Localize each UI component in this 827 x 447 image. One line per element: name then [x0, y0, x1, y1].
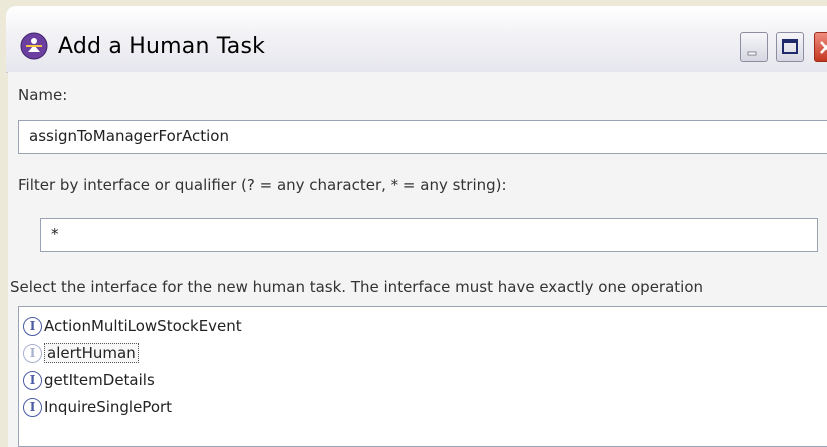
minimize-icon [747, 51, 757, 56]
maximize-icon [782, 39, 798, 54]
list-item-selected[interactable]: I alertHuman [23, 340, 139, 366]
interface-icon: I [23, 397, 42, 417]
maximize-button[interactable] [776, 32, 804, 62]
select-interface-label: Select the interface for the new human t… [10, 278, 704, 296]
close-icon [820, 41, 827, 54]
close-button[interactable] [814, 32, 827, 62]
list-item[interactable]: I InquireSinglePort [23, 394, 172, 420]
name-label: Name: [18, 86, 68, 104]
title-bar[interactable]: Add a Human Task [6, 6, 827, 73]
dialog-window: Add a Human Task Name: assignToManagerFo… [0, 0, 827, 447]
list-item[interactable]: I getItemDetails [23, 367, 155, 393]
filter-input-value: * [51, 225, 59, 243]
name-input-value: assignToManagerForAction [29, 127, 229, 145]
list-item-label: InquireSinglePort [44, 398, 173, 416]
list-item-label: ActionMultiLowStockEvent [44, 317, 242, 335]
minimize-button[interactable] [740, 32, 768, 62]
window-title: Add a Human Task [58, 34, 266, 59]
interface-list[interactable]: I ActionMultiLowStockEvent I alertHuman … [18, 306, 827, 447]
filter-input[interactable]: * [40, 218, 818, 252]
dialog-content: Name: assignToManagerForAction Filter by… [8, 72, 827, 447]
interface-icon: I [23, 316, 42, 336]
filter-label: Filter by interface or qualifier (? = an… [18, 176, 507, 194]
interface-icon: I [23, 343, 42, 363]
list-item-label: alertHuman [44, 343, 139, 363]
list-item-label: getItemDetails [44, 371, 155, 389]
name-input[interactable]: assignToManagerForAction [18, 120, 827, 154]
interface-icon: I [23, 370, 42, 390]
list-item[interactable]: I ActionMultiLowStockEvent [23, 313, 242, 339]
app-icon [20, 32, 48, 60]
